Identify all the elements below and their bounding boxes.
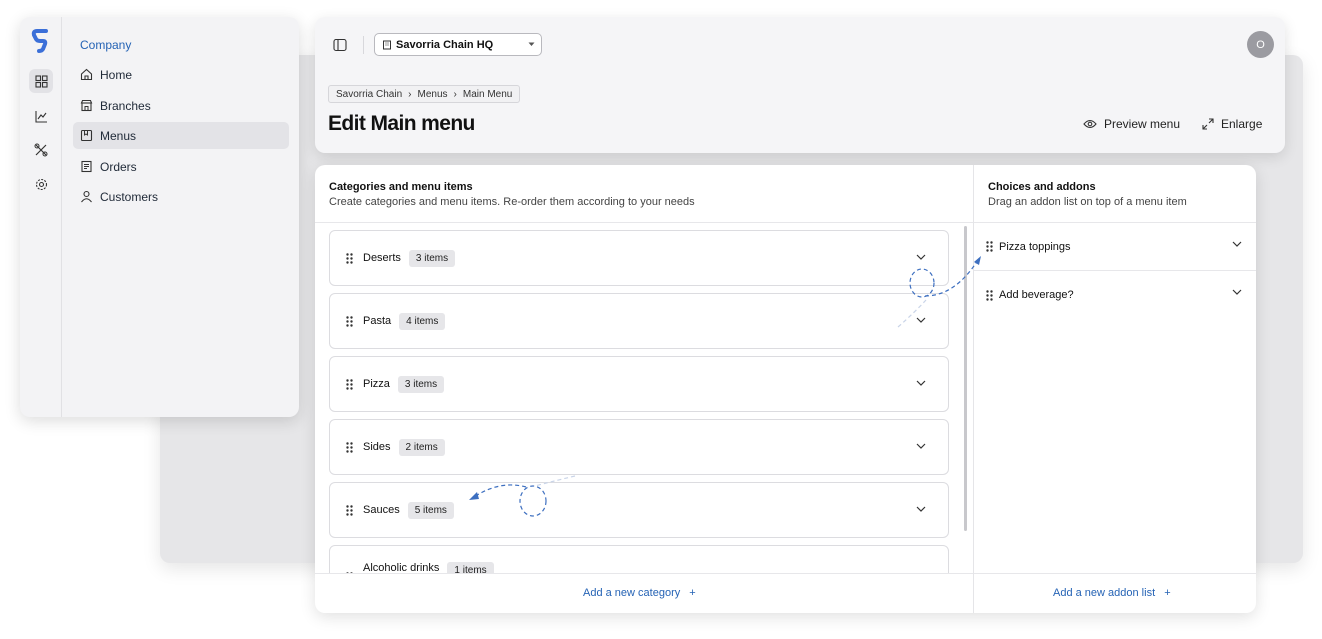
category-name: Alcoholic drinks [363, 562, 440, 573]
sidebar-item-customers[interactable]: Customers [73, 183, 289, 210]
addons-title: Choices and addons [988, 181, 1096, 193]
chevron-down-icon[interactable] [916, 443, 926, 449]
breadcrumb: Savorria Chain › Menus › Main Menu [328, 85, 521, 103]
plus-icon: + [689, 587, 696, 599]
sidebar-item-home[interactable]: Home [73, 61, 289, 88]
sidebar-item-label: Orders [100, 159, 137, 174]
categories-subtitle: Create categories and menu items. Re-ord… [329, 196, 695, 208]
expand-icon [1202, 118, 1214, 130]
category-row[interactable]: Sauces 5 items [329, 482, 949, 538]
breadcrumb-item[interactable]: Savorria Chain [336, 89, 402, 100]
divider [315, 573, 973, 574]
chevron-down-icon[interactable] [916, 380, 926, 386]
store-icon [80, 99, 93, 112]
building-icon [383, 40, 391, 49]
item-count-badge: 3 items [408, 249, 456, 267]
sidebar-toggle-button[interactable] [329, 34, 351, 56]
category-name: Pasta [363, 315, 392, 327]
categories-title: Categories and menu items [329, 181, 473, 193]
icon-rail [20, 17, 62, 417]
sidebar-toggle-icon [333, 38, 347, 52]
chevron-down-icon[interactable] [916, 317, 926, 323]
sidebar-item-label: Menus [100, 128, 137, 143]
drag-handle-icon[interactable] [346, 252, 353, 264]
user-icon [81, 190, 92, 203]
add-category-button[interactable]: Add a new category + [583, 587, 696, 599]
toolbar-divider [363, 36, 364, 54]
sidebar-item-label: Branches [100, 98, 151, 113]
breadcrumb-item[interactable]: Main Menu [463, 89, 512, 100]
drag-handle-icon[interactable] [986, 241, 993, 252]
category-row[interactable]: Alcoholic drinks 1 items [329, 545, 949, 573]
drag-handle-icon[interactable] [346, 315, 353, 327]
item-count-badge: 4 items [399, 312, 446, 330]
avatar[interactable]: O [1247, 31, 1274, 58]
add-addon-list-button[interactable]: Add a new addon list + [1053, 587, 1171, 599]
sidebar-item-label: Home [100, 67, 133, 82]
page-title: Edit Main menu [328, 112, 475, 135]
settings-icon[interactable] [29, 172, 53, 196]
chevron-down-icon[interactable] [1232, 241, 1242, 247]
menu-book-icon [80, 129, 93, 142]
sidebar-item-orders[interactable]: Orders [73, 153, 289, 180]
item-count-badge: 1 items [447, 562, 494, 573]
breadcrumb-separator: › [453, 88, 457, 100]
eye-icon [1083, 119, 1097, 129]
company-section-title: Company [80, 38, 132, 52]
tools-icon[interactable] [29, 138, 53, 162]
category-row[interactable]: Pasta 4 items [329, 293, 949, 349]
category-list: Deserts 3 items Pasta 4 items Pizza 3 it… [315, 223, 973, 573]
receipt-icon [81, 160, 92, 173]
breadcrumb-item[interactable]: Menus [418, 89, 448, 100]
category-name: Sauces [363, 504, 400, 516]
sidebar-item-label: Customers [100, 189, 159, 204]
chart-icon[interactable] [29, 104, 53, 128]
breadcrumb-separator: › [408, 88, 412, 100]
addon-row[interactable]: Add beverage? [974, 271, 1256, 319]
enlarge-button[interactable]: Enlarge [1202, 117, 1262, 131]
drag-handle-icon[interactable] [986, 289, 993, 301]
add-category-label: Add a new category [583, 587, 681, 599]
drag-handle-icon[interactable] [346, 378, 353, 390]
plus-icon: + [1164, 587, 1171, 599]
category-row[interactable]: Deserts 3 items [329, 230, 949, 286]
branch-select[interactable]: Savorria Chain HQ [374, 33, 542, 56]
addon-row[interactable]: Pizza toppings [974, 223, 1256, 271]
dashboard-icon[interactable] [29, 69, 53, 93]
page-header: Savorria Chain HQ O Savorria Chain › Men… [315, 17, 1285, 153]
category-row[interactable]: Pizza 3 items [329, 356, 949, 412]
drag-handle-icon[interactable] [346, 441, 353, 453]
caret-down-icon [528, 42, 535, 46]
addon-name: Pizza toppings [999, 240, 1071, 253]
scrollbar[interactable] [964, 226, 967, 531]
chevron-down-icon[interactable] [916, 254, 926, 260]
category-name: Deserts [363, 252, 401, 264]
branch-select-value: Savorria Chain HQ [396, 38, 494, 51]
sidebar-item-menus[interactable]: Menus [73, 122, 289, 149]
item-count-badge: 3 items [397, 375, 445, 393]
chevron-down-icon[interactable] [1232, 289, 1242, 295]
addons-panel: Choices and addons Drag an addon list on… [973, 165, 1256, 613]
category-name: Pizza [363, 378, 390, 390]
add-addon-list-label: Add a new addon list [1053, 587, 1156, 599]
logo-icon [31, 29, 48, 53]
item-count-badge: 5 items [407, 501, 454, 519]
categories-panel: Categories and menu items Create categor… [315, 165, 973, 613]
drag-handle-icon[interactable] [346, 504, 353, 516]
category-name: Sides [363, 441, 391, 453]
chevron-down-icon[interactable] [916, 506, 926, 512]
preview-menu-button[interactable]: Preview menu [1083, 117, 1180, 131]
preview-menu-label: Preview menu [1104, 117, 1181, 131]
menu-editor: Categories and menu items Create categor… [315, 165, 1256, 613]
addons-subtitle: Drag an addon list on top of a menu item [988, 196, 1187, 208]
item-count-badge: 2 items [398, 438, 445, 456]
home-icon [80, 68, 93, 81]
divider [974, 573, 1256, 574]
enlarge-label: Enlarge [1221, 117, 1263, 131]
sidebar-item-branches[interactable]: Branches [73, 92, 289, 119]
category-row[interactable]: Sides 2 items [329, 419, 949, 475]
sidebar: Company Home Branches Menus Orders Custo… [20, 17, 299, 417]
addon-name: Add beverage? [999, 289, 1074, 301]
